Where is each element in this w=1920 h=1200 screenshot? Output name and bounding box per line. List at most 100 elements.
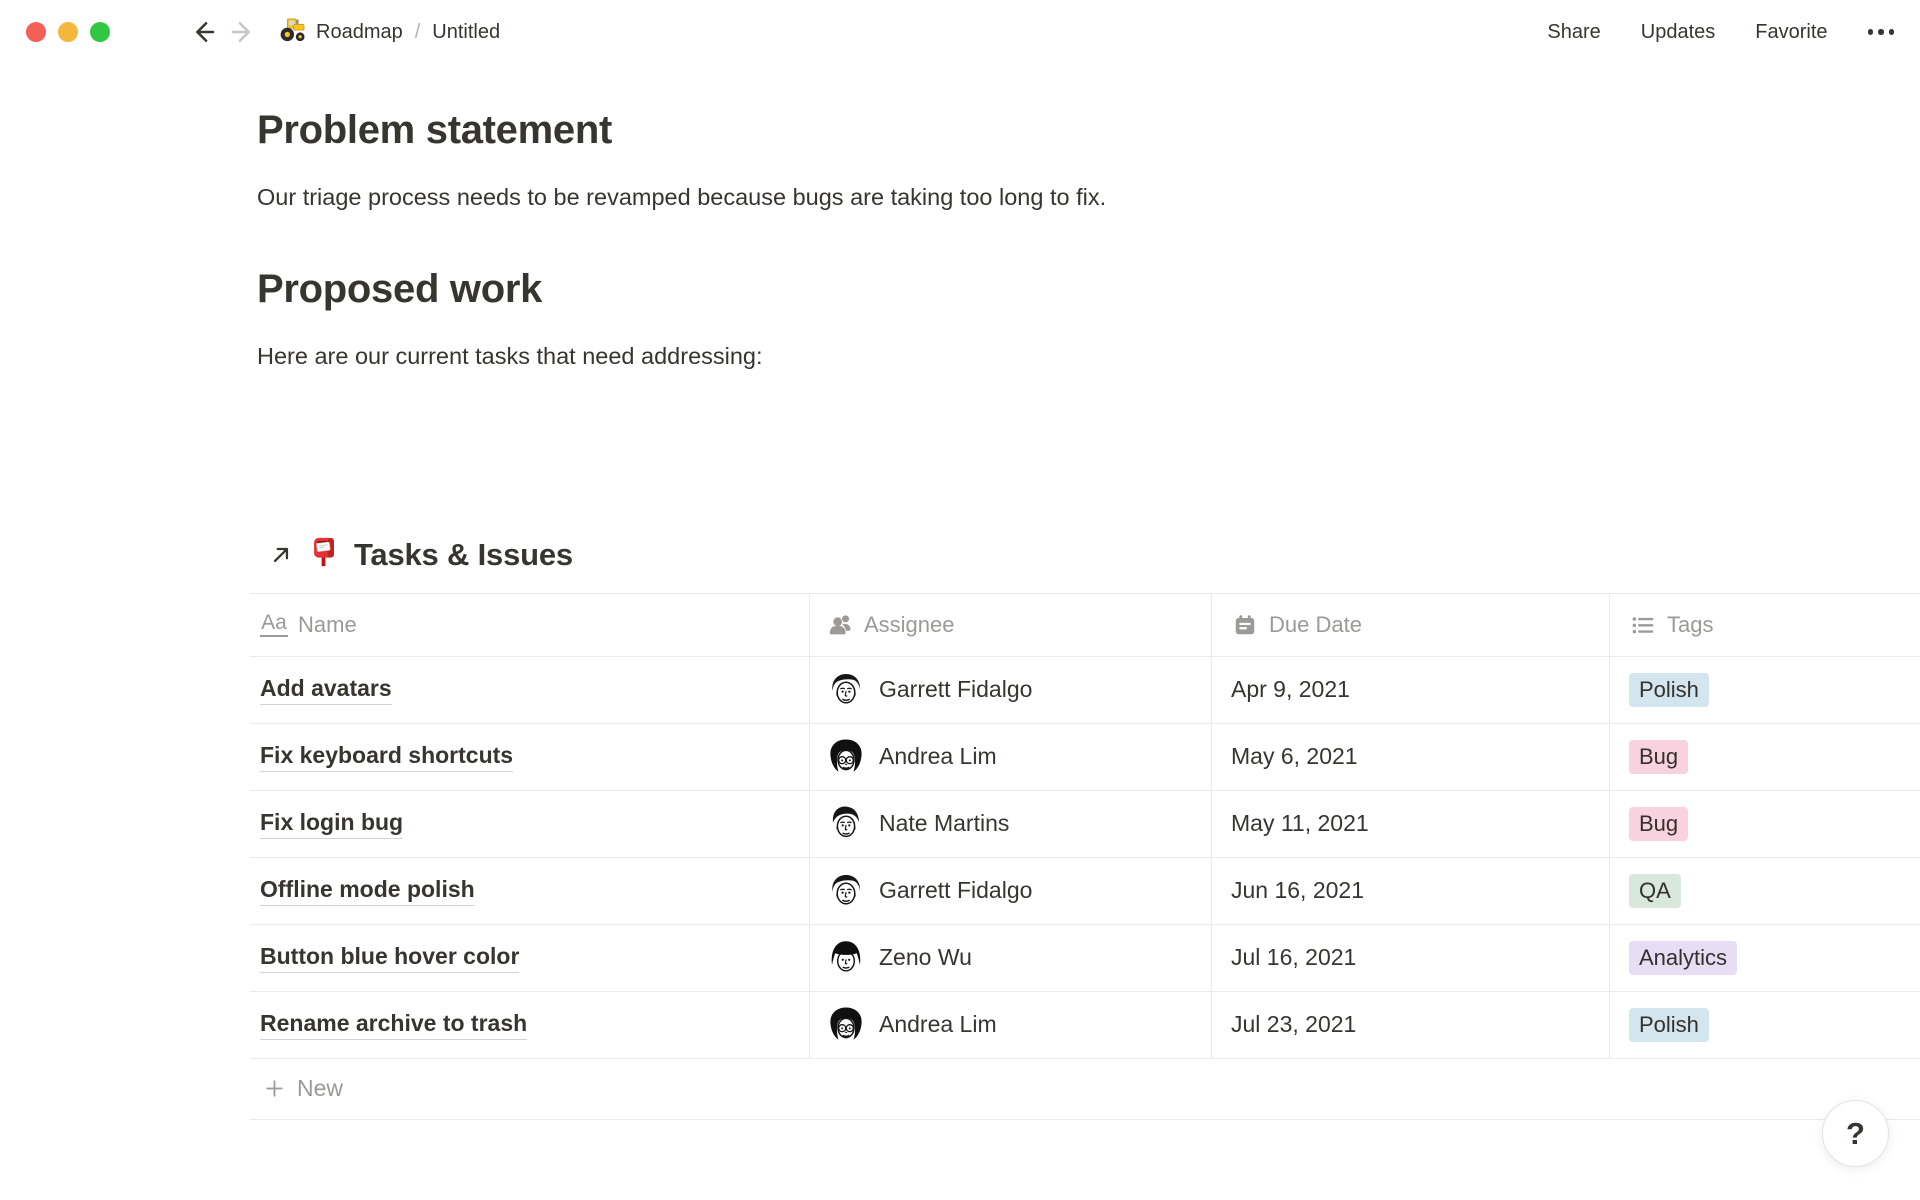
tasks-table: Aa Name Assignee bbox=[250, 593, 1920, 1120]
breadcrumb-item-roadmap[interactable]: Roadmap bbox=[278, 15, 403, 49]
sidebar-toggle-icon[interactable] bbox=[132, 19, 166, 45]
table-row[interactable]: Offline mode polish Garrett Fidalgo Jun … bbox=[250, 858, 1920, 925]
task-name-cell[interactable]: Button blue hover color bbox=[250, 925, 810, 991]
share-button[interactable]: Share bbox=[1547, 21, 1600, 44]
tags-cell[interactable]: Bug bbox=[1610, 724, 1920, 790]
assignee-name: Andrea Lim bbox=[879, 743, 997, 770]
assignee-cell[interactable]: Garrett Fidalgo bbox=[810, 858, 1212, 924]
tag-badge: Polish bbox=[1629, 673, 1709, 707]
calendar-icon bbox=[1231, 611, 1259, 639]
task-name-cell[interactable]: Fix login bug bbox=[250, 791, 810, 857]
assignee-cell[interactable]: Andrea Lim bbox=[810, 992, 1212, 1058]
zoom-window-button[interactable] bbox=[90, 22, 110, 42]
due-date-cell[interactable]: Jun 16, 2021 bbox=[1212, 858, 1610, 924]
task-name-link[interactable]: Offline mode polish bbox=[260, 876, 475, 906]
database-title[interactable]: Tasks & Issues bbox=[354, 537, 573, 573]
linked-database: Tasks & Issues Aa Name Assignee bbox=[250, 531, 1920, 1120]
due-date-cell[interactable]: Apr 9, 2021 bbox=[1212, 657, 1610, 723]
task-name-link[interactable]: Rename archive to trash bbox=[260, 1010, 527, 1040]
page-body: Problem statement Our triage process nee… bbox=[0, 106, 1920, 375]
updates-button[interactable]: Updates bbox=[1641, 21, 1716, 44]
table-body: Add avatars Garrett Fidalgo Apr 9, 2021 … bbox=[250, 657, 1920, 1059]
due-date: Jun 16, 2021 bbox=[1231, 877, 1364, 904]
tags-cell[interactable]: Polish bbox=[1610, 992, 1920, 1058]
more-options-icon[interactable] bbox=[1868, 29, 1895, 35]
breadcrumb-label: Roadmap bbox=[316, 21, 403, 44]
favorite-button[interactable]: Favorite bbox=[1755, 21, 1827, 44]
avatar-garrett bbox=[826, 871, 866, 911]
help-button[interactable]: ? bbox=[1822, 1100, 1889, 1167]
tag-badge: Polish bbox=[1629, 1008, 1709, 1042]
column-header-due-date[interactable]: Due Date bbox=[1212, 594, 1610, 656]
task-name-link[interactable]: Fix keyboard shortcuts bbox=[260, 742, 513, 772]
database-title-row: Tasks & Issues bbox=[250, 531, 1920, 579]
breadcrumb-separator: / bbox=[413, 21, 423, 44]
due-date-cell[interactable]: May 6, 2021 bbox=[1212, 724, 1610, 790]
new-row-button[interactable]: New bbox=[250, 1059, 1920, 1120]
assignee-name: Zeno Wu bbox=[879, 944, 972, 971]
table-row[interactable]: Add avatars Garrett Fidalgo Apr 9, 2021 … bbox=[250, 657, 1920, 724]
task-name-link[interactable]: Fix login bug bbox=[260, 809, 403, 839]
breadcrumb: Roadmap / Untitled bbox=[278, 15, 500, 49]
tag-badge: Bug bbox=[1629, 740, 1688, 774]
breadcrumb-item-untitled[interactable]: Untitled bbox=[432, 21, 500, 44]
avatar-andrea bbox=[826, 1005, 866, 1045]
task-name-cell[interactable]: Fix keyboard shortcuts bbox=[250, 724, 810, 790]
task-name-cell[interactable]: Offline mode polish bbox=[250, 858, 810, 924]
due-date: Jul 16, 2021 bbox=[1231, 944, 1356, 971]
assignee-cell[interactable]: Garrett Fidalgo bbox=[810, 657, 1212, 723]
table-header-row: Aa Name Assignee bbox=[250, 593, 1920, 657]
minimize-window-button[interactable] bbox=[58, 22, 78, 42]
arrow-up-right-icon bbox=[268, 542, 294, 568]
column-header-tags[interactable]: Tags bbox=[1610, 594, 1920, 656]
forward-icon[interactable] bbox=[226, 15, 260, 49]
window-controls bbox=[26, 22, 110, 42]
task-name-link[interactable]: Button blue hover color bbox=[260, 943, 519, 973]
people-icon bbox=[826, 611, 854, 639]
avatar-nate bbox=[826, 804, 866, 844]
assignee-cell[interactable]: Zeno Wu bbox=[810, 925, 1212, 991]
due-date: Jul 23, 2021 bbox=[1231, 1011, 1356, 1038]
table-row[interactable]: Fix login bug Nate Martins May 11, 2021 … bbox=[250, 791, 1920, 858]
assignee-cell[interactable]: Andrea Lim bbox=[810, 724, 1212, 790]
task-name-cell[interactable]: Rename archive to trash bbox=[250, 992, 810, 1058]
tags-cell[interactable]: QA bbox=[1610, 858, 1920, 924]
column-header-assignee[interactable]: Assignee bbox=[810, 594, 1212, 656]
paragraph-block[interactable]: Our triage process needs to be revamped … bbox=[257, 180, 1620, 215]
assignee-cell[interactable]: Nate Martins bbox=[810, 791, 1212, 857]
paragraph-block[interactable]: Here are our current tasks that need add… bbox=[257, 339, 1620, 374]
avatar-zeno bbox=[826, 938, 866, 978]
tag-badge: Analytics bbox=[1629, 941, 1737, 975]
assignee-name: Garrett Fidalgo bbox=[879, 877, 1032, 904]
heading-problem-statement[interactable]: Problem statement bbox=[257, 106, 1620, 154]
due-date: May 6, 2021 bbox=[1231, 743, 1358, 770]
text-property-icon: Aa bbox=[260, 611, 288, 639]
topbar-actions: Share Updates Favorite bbox=[1547, 21, 1894, 44]
table-row[interactable]: Fix keyboard shortcuts Andrea Lim May 6,… bbox=[250, 724, 1920, 791]
close-window-button[interactable] bbox=[26, 22, 46, 42]
task-name-link[interactable]: Add avatars bbox=[260, 675, 392, 705]
tags-cell[interactable]: Polish bbox=[1610, 657, 1920, 723]
due-date-cell[interactable]: Jul 23, 2021 bbox=[1212, 992, 1610, 1058]
task-name-cell[interactable]: Add avatars bbox=[250, 657, 810, 723]
tags-cell[interactable]: Bug bbox=[1610, 791, 1920, 857]
assignee-name: Garrett Fidalgo bbox=[879, 676, 1032, 703]
tractor-icon bbox=[278, 15, 306, 49]
table-row[interactable]: Rename archive to trash Andrea Lim Jul 2… bbox=[250, 992, 1920, 1059]
tag-badge: Bug bbox=[1629, 807, 1688, 841]
postbox-icon bbox=[307, 535, 341, 574]
column-header-name[interactable]: Aa Name bbox=[250, 594, 810, 656]
assignee-name: Nate Martins bbox=[879, 810, 1009, 837]
avatar-andrea bbox=[826, 737, 866, 777]
table-row[interactable]: Button blue hover color Zeno Wu Jul 16, … bbox=[250, 925, 1920, 992]
breadcrumb-label: Untitled bbox=[432, 21, 500, 44]
tags-cell[interactable]: Analytics bbox=[1610, 925, 1920, 991]
due-date: Apr 9, 2021 bbox=[1231, 676, 1350, 703]
due-date-cell[interactable]: May 11, 2021 bbox=[1212, 791, 1610, 857]
back-icon[interactable] bbox=[186, 15, 220, 49]
list-icon bbox=[1629, 611, 1657, 639]
window-titlebar: Roadmap / Untitled Share Updates Favorit… bbox=[0, 0, 1920, 64]
heading-proposed-work[interactable]: Proposed work bbox=[257, 265, 1620, 313]
tag-badge: QA bbox=[1629, 874, 1681, 908]
due-date-cell[interactable]: Jul 16, 2021 bbox=[1212, 925, 1610, 991]
